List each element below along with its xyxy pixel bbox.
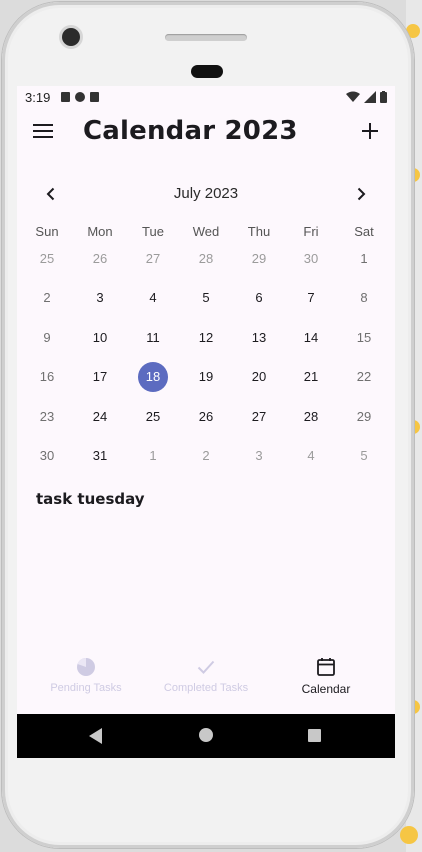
calendar-day[interactable]: 6 [244, 283, 274, 313]
status-bar: 3:19 [17, 86, 395, 108]
weekday-header: Sun Mon Tue Wed Thu Fri Sat [17, 224, 395, 244]
calendar-day[interactable]: 10 [85, 323, 115, 353]
emoji-decoration [400, 826, 418, 844]
month-navigation: July 2023 [17, 180, 395, 208]
a-icon [61, 92, 70, 102]
calendar-day[interactable]: 14 [296, 323, 326, 353]
status-right-icons [346, 90, 387, 104]
nav-label: Completed Tasks [163, 682, 249, 694]
system-navigation-bar [17, 714, 395, 758]
weekday-label: Mon [87, 224, 113, 239]
calendar-day[interactable]: 18 [138, 362, 168, 393]
calendar-day[interactable]: 30 [296, 244, 326, 274]
nav-label: Calendar [301, 682, 351, 696]
app-bar: Calendar 2023 [17, 114, 395, 154]
nav-completed-tasks[interactable]: Completed Tasks [146, 656, 266, 706]
calendar-icon [317, 658, 335, 676]
earpiece-speaker [165, 34, 247, 41]
calendar-day[interactable]: 5 [349, 441, 379, 471]
weekday-label: Sat [354, 224, 374, 239]
calendar-day[interactable]: 1 [138, 441, 168, 471]
calendar-day[interactable]: 28 [191, 244, 221, 274]
page-title: Calendar 2023 [83, 116, 298, 146]
status-time: 3:19 [25, 90, 51, 105]
proximity-sensor [191, 65, 223, 78]
calendar-day[interactable]: 26 [191, 402, 221, 432]
calendar-day[interactable]: 11 [138, 323, 168, 353]
weekday-label: Tue [142, 224, 164, 239]
calendar-day[interactable]: 26 [85, 244, 115, 274]
calendar-day[interactable]: 2 [32, 283, 62, 313]
calendar-day[interactable]: 3 [85, 283, 115, 313]
calendar-day[interactable]: 15 [349, 323, 379, 353]
calendar-day[interactable]: 27 [244, 402, 274, 432]
wifi-icon [346, 91, 360, 102]
calendar-day[interactable]: 27 [138, 244, 168, 274]
calendar-day[interactable]: 5 [191, 283, 221, 313]
home-icon[interactable] [199, 728, 213, 742]
calendar-day[interactable]: 23 [32, 402, 62, 432]
sim-icon [90, 92, 99, 102]
calendar-day[interactable]: 9 [32, 323, 62, 353]
badge-icon [75, 92, 85, 102]
calendar-day[interactable]: 25 [138, 402, 168, 432]
calendar-day[interactable]: 17 [85, 362, 115, 392]
calendar-day[interactable]: 28 [296, 402, 326, 432]
check-icon [197, 660, 215, 674]
add-icon[interactable] [359, 120, 381, 142]
signal-icon [364, 91, 376, 103]
calendar-day[interactable]: 8 [349, 283, 379, 313]
calendar-day[interactable]: 29 [349, 402, 379, 432]
pie-chart-icon [77, 658, 95, 676]
calendar-day[interactable]: 16 [32, 362, 62, 392]
calendar-day[interactable]: 30 [32, 441, 62, 471]
month-label: July 2023 [173, 185, 239, 202]
calendar-day[interactable]: 19 [191, 362, 221, 392]
calendar-day[interactable]: 29 [244, 244, 274, 274]
weekday-label: Thu [247, 224, 271, 239]
calendar-day[interactable]: 3 [244, 441, 274, 471]
calendar-day[interactable]: 13 [244, 323, 274, 353]
calendar-day[interactable]: 4 [296, 441, 326, 471]
menu-icon[interactable] [33, 124, 53, 140]
weekday-label: Wed [192, 224, 220, 239]
battery-icon [380, 91, 387, 103]
chevron-right-icon[interactable] [351, 184, 371, 204]
calendar-day[interactable]: 2 [191, 441, 221, 471]
front-camera [62, 28, 80, 46]
calendar-day[interactable]: 22 [349, 362, 379, 392]
recents-icon[interactable] [308, 729, 321, 742]
calendar-day[interactable]: 4 [138, 283, 168, 313]
calendar-day[interactable]: 31 [85, 441, 115, 471]
task-item-title[interactable]: task tuesday [36, 490, 145, 508]
nav-label: Pending Tasks [50, 682, 122, 694]
calendar-day[interactable]: 20 [244, 362, 274, 392]
calendar-day[interactable]: 12 [191, 323, 221, 353]
calendar-day[interactable]: 21 [296, 362, 326, 392]
nav-pending-tasks[interactable]: Pending Tasks [26, 656, 146, 706]
bottom-navigation: Pending Tasks Completed Tasks Calendar [17, 648, 395, 712]
weekday-label: Sun [35, 224, 59, 239]
calendar-day[interactable]: 25 [32, 244, 62, 274]
app-screen: 3:19 Calendar 2023 July 2023 Sun Mon Tue… [17, 86, 395, 758]
back-icon[interactable] [89, 728, 102, 744]
calendar-day[interactable]: 1 [349, 244, 379, 274]
calendar-day[interactable]: 7 [296, 283, 326, 313]
nav-calendar[interactable]: Calendar [266, 656, 386, 706]
calendar-day[interactable]: 24 [85, 402, 115, 432]
weekday-label: Fri [303, 224, 319, 239]
